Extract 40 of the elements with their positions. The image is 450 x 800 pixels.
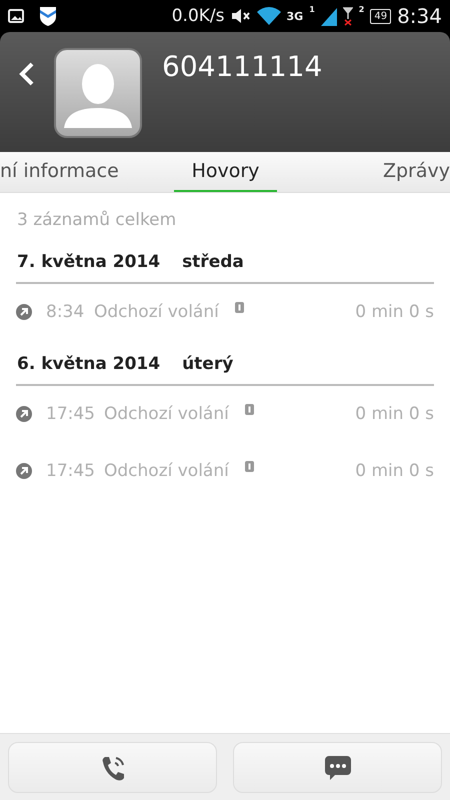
shield-icon[interactable] bbox=[38, 5, 58, 27]
call-type: Odchozí volání bbox=[104, 461, 229, 481]
call-type: Odchozí volání bbox=[104, 404, 229, 424]
call-duration: 0 min 0 s bbox=[355, 461, 434, 481]
network-type: 3G bbox=[286, 10, 304, 22]
call-duration: 0 min 0 s bbox=[355, 302, 434, 322]
phone-number: 604111114 bbox=[162, 50, 322, 83]
weekday: úterý bbox=[182, 354, 234, 374]
tab[interactable]: ní informace bbox=[0, 152, 125, 192]
call-duration: 0 min 0 s bbox=[355, 404, 434, 424]
muted-speaker-icon bbox=[230, 8, 250, 24]
no-signal-icon bbox=[342, 6, 353, 26]
record-count: 3 záznamů celkem bbox=[16, 209, 178, 232]
outgoing-call-icon bbox=[16, 406, 32, 422]
call-time: 17:45 bbox=[46, 404, 96, 424]
call-type: Odchozí volání bbox=[94, 302, 219, 322]
clock-time: 8:34 bbox=[397, 4, 442, 28]
network-speed: 0.0K/s bbox=[172, 6, 224, 26]
sim-number: 2 bbox=[358, 5, 364, 14]
sim-number: 1 bbox=[309, 5, 315, 14]
call-date: 7. května 2014 bbox=[17, 252, 160, 272]
avatar-icon bbox=[54, 48, 142, 138]
image-icon[interactable] bbox=[8, 9, 24, 23]
call-date: 6. května 2014 bbox=[17, 354, 160, 374]
outgoing-call-icon bbox=[16, 463, 32, 479]
tab[interactable]: Zprávy bbox=[376, 152, 450, 192]
sim-card-icon bbox=[244, 404, 254, 414]
sim-card-icon bbox=[244, 460, 254, 472]
chat-bubble-icon bbox=[324, 754, 352, 780]
call-time: 17:45 bbox=[46, 461, 96, 481]
back-icon[interactable] bbox=[18, 62, 36, 86]
battery-level: 49 bbox=[370, 8, 392, 24]
wifi-icon bbox=[256, 6, 280, 26]
call-time: 8:34 bbox=[46, 302, 86, 322]
weekday: středa bbox=[182, 252, 244, 272]
signal-icon bbox=[320, 6, 337, 26]
sim-card-icon bbox=[234, 302, 244, 312]
message-button[interactable] bbox=[233, 742, 442, 793]
outgoing-call-icon bbox=[16, 304, 32, 320]
tab[interactable]: Hovory bbox=[174, 152, 277, 192]
